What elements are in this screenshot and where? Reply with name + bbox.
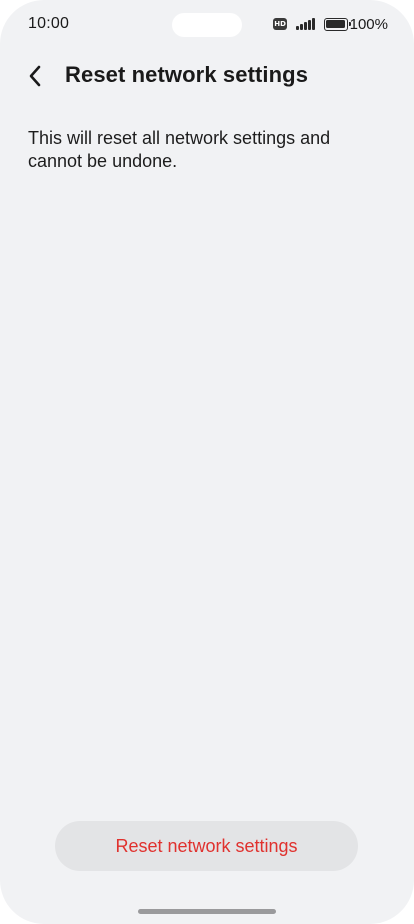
status-bar: 10:00 HD 100% <box>0 0 414 50</box>
header: Reset network settings <box>0 56 414 96</box>
camera-cutout <box>172 13 242 37</box>
battery-tip <box>348 22 351 26</box>
reset-network-settings-button[interactable]: Reset network settings <box>55 821 358 871</box>
page-title: Reset network settings <box>65 62 309 87</box>
chevron-left-icon <box>29 65 41 87</box>
battery-icon <box>323 17 351 31</box>
signal-icon <box>296 18 315 30</box>
back-button[interactable] <box>28 62 56 90</box>
battery-percent: 100% <box>349 15 388 33</box>
home-indicator[interactable] <box>138 909 276 914</box>
status-time: 10:00 <box>28 15 70 32</box>
status-indicators: HD 100% <box>273 15 388 33</box>
battery-fill <box>326 20 346 28</box>
description-text: This will reset all network settings and… <box>28 128 331 171</box>
hd-icon: HD <box>273 18 288 30</box>
phone-screen: 10:00 HD 100% Reset network settings Thi… <box>0 0 414 924</box>
